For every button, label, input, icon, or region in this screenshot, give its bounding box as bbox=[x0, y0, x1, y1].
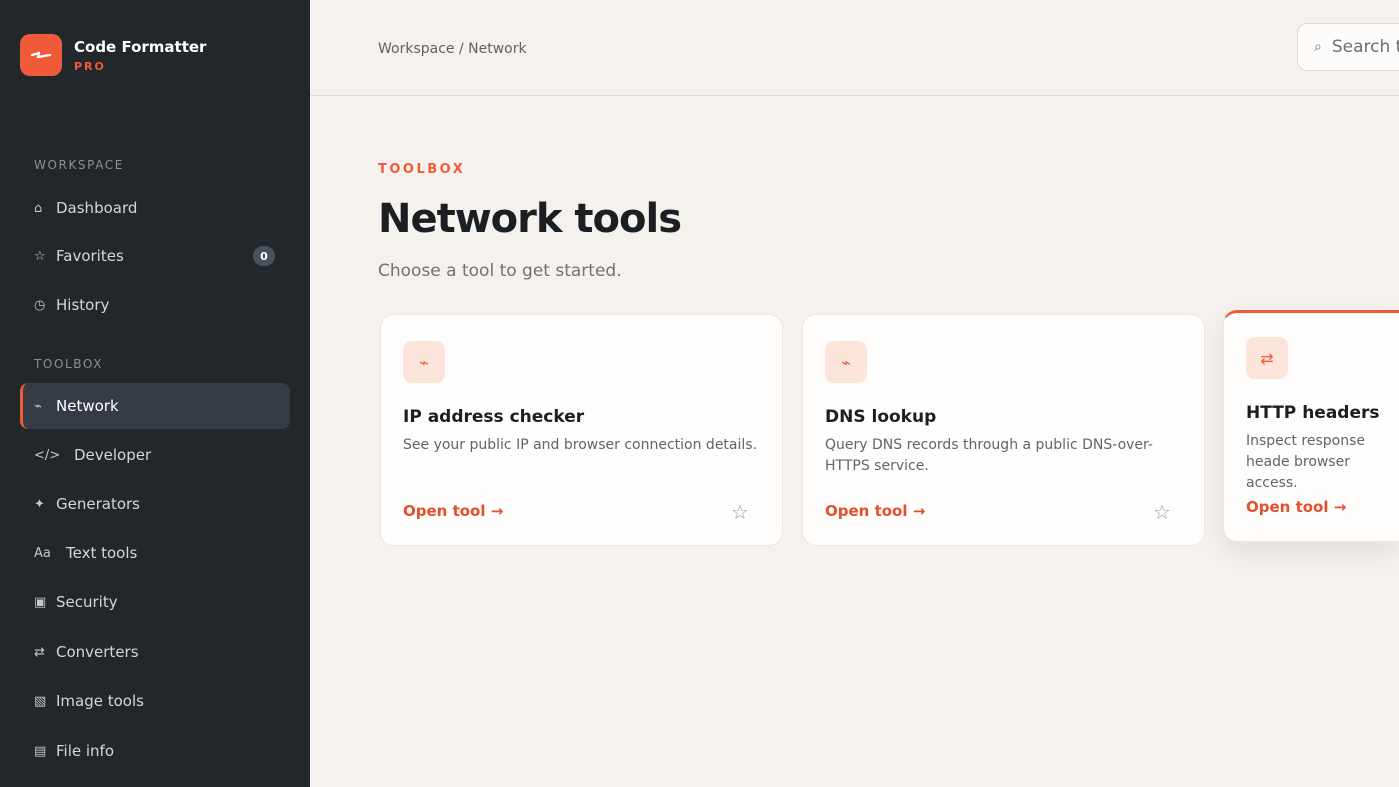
sidebar-item-favorites[interactable]: ☆ Favorites 0 bbox=[20, 233, 290, 279]
section-eyebrow: TOOLBOX bbox=[378, 162, 466, 177]
sidebar-item-network[interactable]: ⌁ Network bbox=[20, 383, 290, 429]
sidebar-item-label: Converters bbox=[56, 643, 139, 661]
sparkle-icon: ✦ bbox=[34, 496, 45, 512]
open-tool-link[interactable]: Open tool → bbox=[403, 502, 503, 520]
code-icon: </> bbox=[34, 447, 61, 463]
card-description: Inspect response heade browser access. bbox=[1246, 433, 1366, 491]
arrows-icon: ⇄ bbox=[34, 644, 45, 660]
sidebar-item-security[interactable]: ▣ Security bbox=[20, 579, 290, 625]
sidebar-item-dashboard[interactable]: ⌂ Dashboard bbox=[20, 185, 290, 231]
network-icon: ⌁ bbox=[825, 341, 867, 383]
arrows-icon: ⇄ bbox=[1246, 337, 1288, 379]
sidebar-item-label: Generators bbox=[56, 495, 140, 513]
shield-icon: ▣ bbox=[34, 594, 47, 610]
card-title: HTTP headers bbox=[1246, 403, 1380, 423]
open-tool-link[interactable]: Open tool → bbox=[825, 502, 925, 520]
sidebar-item-file-info[interactable]: ▤ File info bbox=[20, 728, 290, 774]
clock-icon: ◷ bbox=[34, 297, 46, 313]
sidebar-item-developer[interactable]: </> Developer bbox=[20, 432, 290, 478]
sidebar-item-generators[interactable]: ✦ Generators bbox=[20, 481, 290, 527]
breadcrumb: Workspace / Network bbox=[378, 41, 527, 57]
star-icon: ☆ bbox=[34, 248, 46, 264]
plan-tier: PRO bbox=[74, 59, 106, 73]
sidebar-item-converters[interactable]: ⇄ Converters bbox=[20, 629, 290, 675]
logo-icon bbox=[20, 34, 62, 76]
open-tool-link[interactable]: Open tool → bbox=[1246, 498, 1346, 516]
top-bar: Workspace / Network ⌕ bbox=[310, 0, 1399, 96]
file-icon: ▤ bbox=[34, 743, 47, 759]
sidebar-item-label: Network bbox=[56, 397, 119, 415]
card-description: See your public IP and browser connectio… bbox=[403, 437, 758, 453]
network-icon: ⌁ bbox=[34, 398, 42, 414]
sidebar-item-text-tools[interactable]: Aa Text tools bbox=[20, 530, 290, 576]
tool-card-ip-address-checker[interactable]: ⌁ IP address checker See your public IP … bbox=[380, 314, 783, 546]
search-box[interactable]: ⌕ bbox=[1297, 23, 1399, 71]
app-name: Code Formatter bbox=[74, 37, 207, 56]
favorites-count-badge: 0 bbox=[253, 246, 275, 266]
page-subtitle: Choose a tool to get started. bbox=[378, 261, 622, 281]
card-title: IP address checker bbox=[403, 407, 585, 427]
tool-card-http-headers[interactable]: ⇄ HTTP headers Inspect response heade br… bbox=[1223, 310, 1399, 542]
home-icon: ⌂ bbox=[34, 200, 43, 216]
tool-card-dns-lookup[interactable]: ⌁ DNS lookup Query DNS records through a… bbox=[802, 314, 1205, 546]
sidebar-item-label: Favorites bbox=[56, 247, 124, 265]
favorite-star-icon[interactable]: ☆ bbox=[1153, 500, 1171, 524]
text-icon: Aa bbox=[34, 545, 51, 561]
sidebar: Code Formatter PRO WORKSPACE ⌂ Dashboard… bbox=[0, 0, 310, 787]
sidebar-item-history[interactable]: ◷ History bbox=[20, 282, 290, 328]
brand[interactable]: Code Formatter PRO bbox=[20, 34, 206, 76]
network-icon: ⌁ bbox=[403, 341, 445, 383]
sidebar-item-label: Developer bbox=[74, 446, 152, 464]
card-title: DNS lookup bbox=[825, 407, 937, 427]
sidebar-item-image-tools[interactable]: ▧ Image tools bbox=[20, 678, 290, 724]
page-title: Network tools bbox=[378, 196, 682, 242]
sidebar-item-label: Dashboard bbox=[56, 199, 138, 217]
search-icon: ⌕ bbox=[1314, 39, 1322, 55]
image-icon: ▧ bbox=[34, 693, 47, 709]
sidebar-item-label: Text tools bbox=[66, 544, 138, 562]
favorite-star-icon[interactable]: ☆ bbox=[731, 500, 749, 524]
sidebar-item-label: File info bbox=[56, 742, 115, 760]
section-label-workspace: WORKSPACE bbox=[34, 158, 124, 172]
sidebar-item-label: Image tools bbox=[56, 692, 144, 710]
sidebar-item-label: Security bbox=[56, 593, 118, 611]
section-label-toolbox: TOOLBOX bbox=[34, 357, 104, 371]
search-input[interactable] bbox=[1329, 36, 1399, 58]
sidebar-item-label: History bbox=[56, 296, 110, 314]
card-description: Query DNS records through a public DNS-o… bbox=[825, 437, 1153, 474]
